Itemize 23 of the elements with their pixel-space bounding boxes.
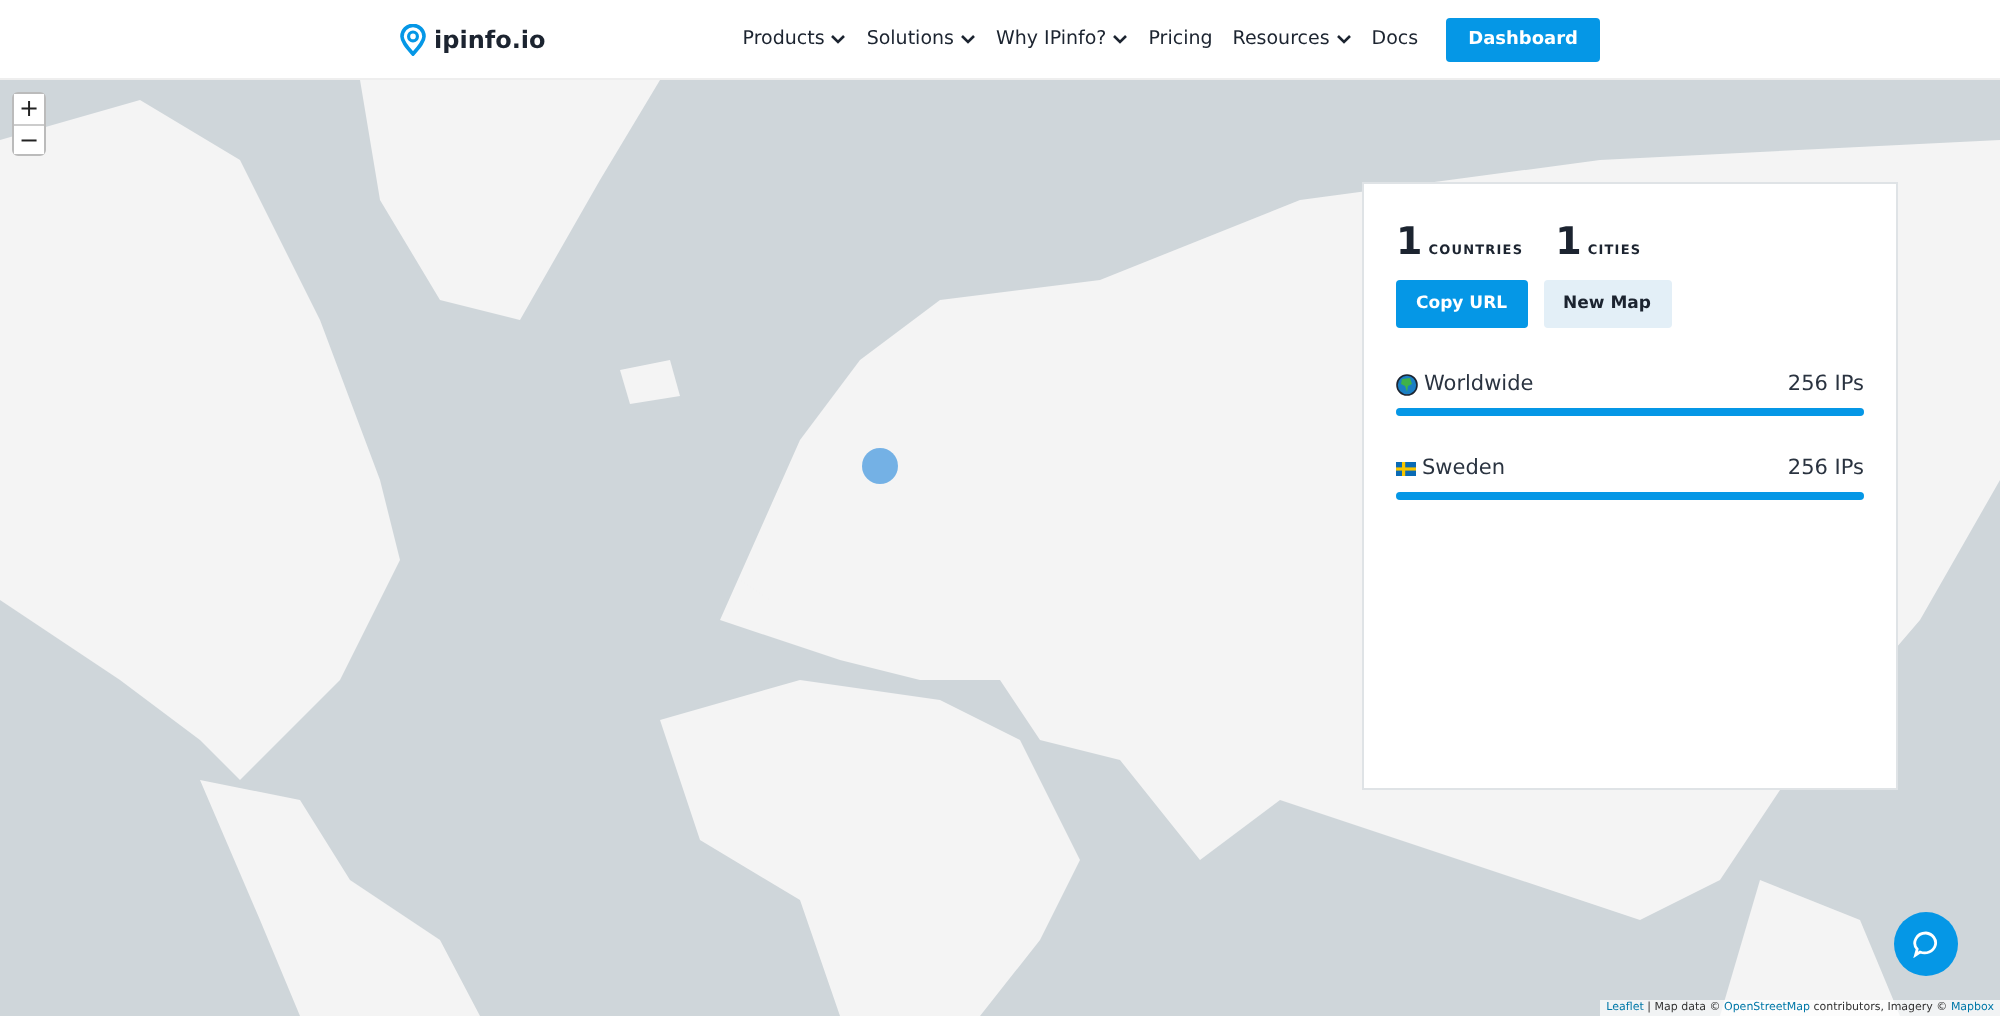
nav-link[interactable]: Solutions [866, 28, 976, 50]
nav-link[interactable]: Why IPinfo? [995, 28, 1129, 50]
stat-value: 1 [1396, 220, 1423, 264]
location-name: Sweden [1422, 456, 1505, 480]
chevron-down-icon [1335, 34, 1352, 44]
flag-icon [1396, 461, 1416, 475]
ip-count: 256 IPs [1787, 372, 1864, 396]
chat-bubble-icon [1912, 930, 1940, 958]
globe-icon [1396, 373, 1418, 395]
nav-link[interactable]: Pricing [1148, 28, 1213, 50]
logo-icon [400, 23, 426, 55]
new-map-button[interactable]: New Map [1543, 280, 1672, 328]
nav-link[interactable]: Products [742, 28, 847, 50]
nav-link[interactable]: Resources [1232, 28, 1352, 50]
chevron-down-icon [1112, 34, 1129, 44]
ip-count: 256 IPs [1787, 456, 1864, 480]
chevron-down-icon [830, 34, 847, 44]
stat-value: 1 [1555, 220, 1582, 264]
location-name: Worldwide [1424, 372, 1534, 396]
zoom-out-button[interactable]: − [14, 124, 44, 154]
logo-text[interactable]: ipinfo.io [434, 25, 546, 53]
chevron-down-icon [959, 34, 976, 44]
nav-link[interactable]: Docs [1371, 28, 1419, 50]
